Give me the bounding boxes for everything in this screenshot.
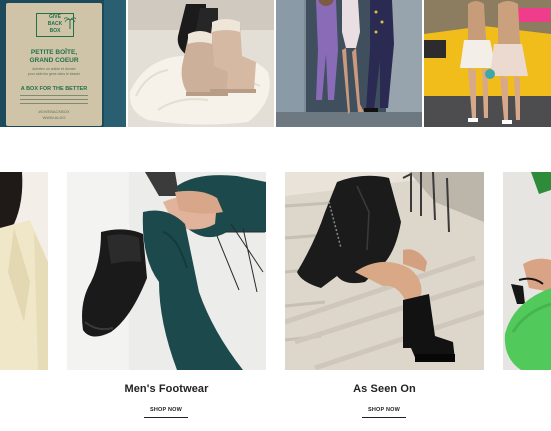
divider: [20, 95, 88, 96]
promo-subheading: A BOX FOR THE BETTER: [20, 86, 88, 92]
as-seen-on-image[interactable]: [285, 172, 484, 370]
divider: [20, 99, 88, 100]
winter-boots-photo: [128, 0, 274, 127]
heading-line: PETITE BOÎTE,: [30, 49, 78, 56]
shop-now-link-as-seen-on[interactable]: SHOP NOW: [362, 407, 406, 418]
taxi-street-photo: [424, 0, 551, 127]
green-heel-photo: [503, 172, 551, 370]
logo-line: BOX: [49, 28, 61, 34]
shop-now-link-mens-footwear[interactable]: SHOP NOW: [144, 407, 188, 418]
give-back-box-card: GIVE BACK BOX PETITE BOÎTE, GRAND COEUR …: [6, 3, 102, 126]
platform-boot-stairs-photo: [285, 172, 484, 370]
palm-tree-icon: [64, 17, 76, 29]
celebrity-photo-tile[interactable]: [276, 0, 422, 127]
mens-footwear-image[interactable]: [67, 172, 266, 370]
body-line: pour aide les gens dans le besoin: [27, 72, 81, 76]
promo-heading: PETITE BOÎTE, GRAND COEUR: [6, 49, 102, 65]
mens-chelsea-boot-photo: [67, 172, 266, 370]
heading-line: GRAND COEUR: [29, 57, 79, 64]
celebrity-street-photo: [276, 0, 422, 127]
cream-blazer-photo: [0, 172, 48, 370]
teal-wall: [104, 0, 126, 127]
promo-handle: WWW.ALDO: [42, 115, 66, 120]
divider: [20, 103, 88, 104]
winter-boots-tile[interactable]: [128, 0, 274, 127]
category-image-partial-right[interactable]: [503, 172, 551, 370]
promo-body: Achetez un article et donner pour aide l…: [20, 67, 88, 77]
taxi-photo-tile[interactable]: [424, 0, 551, 127]
category-title-as-seen-on[interactable]: As Seen On: [285, 383, 484, 395]
promo-tile[interactable]: GIVE BACK BOX PETITE BOÎTE, GRAND COEUR …: [0, 0, 126, 127]
category-title-mens-footwear[interactable]: Men's Footwear: [67, 383, 266, 395]
category-image-partial-left[interactable]: [0, 172, 48, 370]
